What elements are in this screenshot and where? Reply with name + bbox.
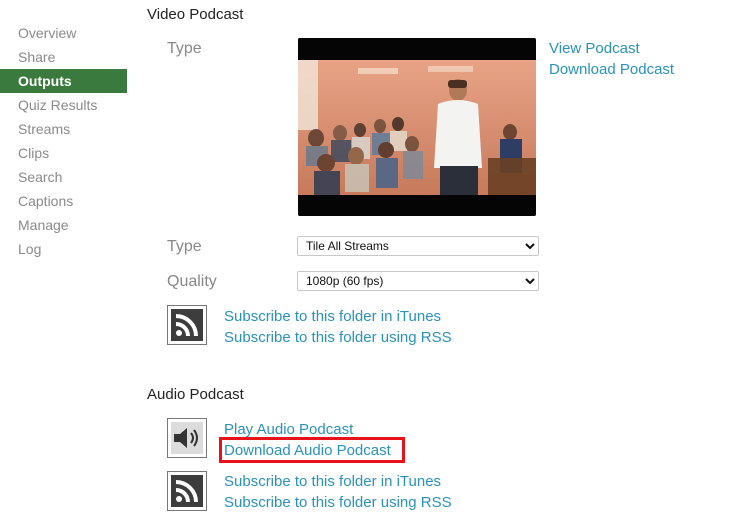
sidebar-item-clips[interactable]: Clips: [0, 141, 127, 165]
sidebar-item-quiz-results[interactable]: Quiz Results: [0, 93, 127, 117]
rss-icon[interactable]: [167, 305, 207, 345]
sidebar-item-captions[interactable]: Captions: [0, 189, 127, 213]
sidebar-item-streams[interactable]: Streams: [0, 117, 127, 141]
subscribe-itunes-link[interactable]: Subscribe to this folder in iTunes: [224, 308, 441, 325]
stream-type-select[interactable]: Tile All Streams: [297, 236, 539, 256]
download-podcast-link[interactable]: Download Podcast: [549, 61, 674, 78]
audio-podcast-heading: Audio Podcast: [147, 386, 244, 403]
stream-type-label: Type: [167, 238, 202, 255]
video-podcast-heading: Video Podcast: [147, 6, 244, 23]
audio-subscribe-itunes-link[interactable]: Subscribe to this folder in iTunes: [224, 473, 441, 490]
play-audio-podcast-link[interactable]: Play Audio Podcast: [224, 421, 353, 438]
rss-icon[interactable]: [167, 471, 207, 511]
speaker-icon[interactable]: [167, 418, 207, 458]
sidebar-item-manage[interactable]: Manage: [0, 213, 127, 237]
sidebar-item-outputs[interactable]: Outputs: [0, 69, 127, 93]
sidebar-nav: Overview Share Outputs Quiz Results Stre…: [0, 21, 127, 261]
download-audio-podcast-link[interactable]: Download Audio Podcast: [224, 442, 391, 459]
view-podcast-link[interactable]: View Podcast: [549, 40, 640, 57]
quality-label: Quality: [167, 273, 217, 290]
video-preview[interactable]: [298, 38, 536, 216]
quality-select[interactable]: 1080p (60 fps): [297, 271, 539, 291]
video-type-label: Type: [167, 40, 202, 57]
lecture-thumbnail-image: [298, 38, 536, 216]
sidebar-item-share[interactable]: Share: [0, 45, 127, 69]
audio-subscribe-rss-link[interactable]: Subscribe to this folder using RSS: [224, 494, 452, 511]
subscribe-rss-link[interactable]: Subscribe to this folder using RSS: [224, 329, 452, 346]
sidebar-item-search[interactable]: Search: [0, 165, 127, 189]
sidebar-item-log[interactable]: Log: [0, 237, 127, 261]
sidebar-item-overview[interactable]: Overview: [0, 21, 127, 45]
